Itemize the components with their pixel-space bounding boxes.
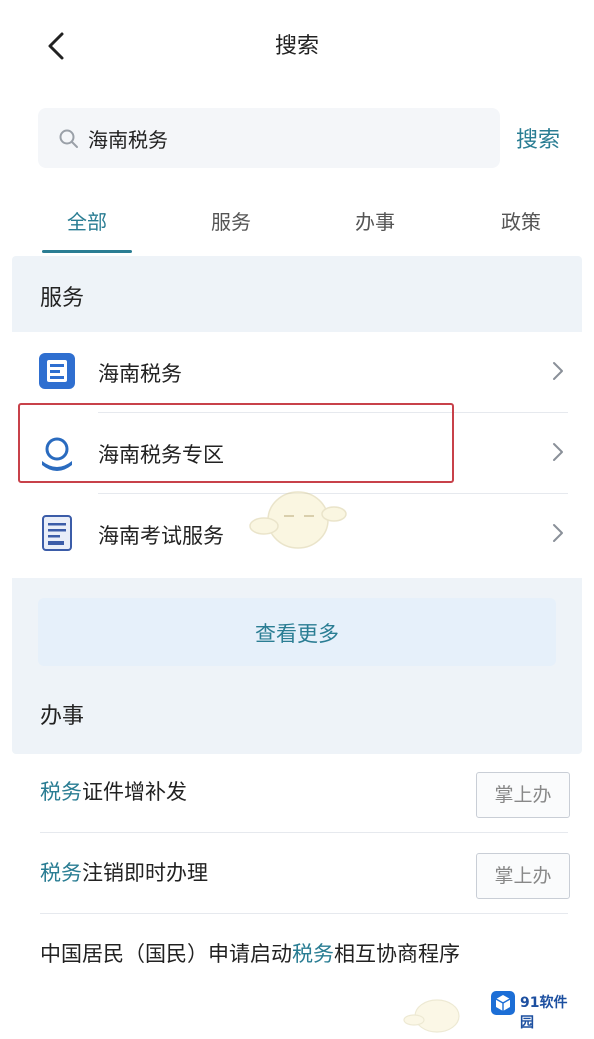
search-query-text[interactable]: 海南税务 <box>88 124 168 153</box>
exam-service-icon <box>38 514 76 552</box>
hainan-tax-app-icon <box>38 352 76 390</box>
page-title: 搜索 <box>274 34 319 59</box>
mascot-watermark <box>246 476 350 560</box>
keyword-highlight: 税务 <box>292 942 334 966</box>
task-item-text: 相互协商程序 <box>334 942 460 966</box>
search-button[interactable]: 搜索 <box>516 122 560 154</box>
view-more-label[interactable]: 查看更多 <box>38 618 556 648</box>
task-item[interactable]: 税务注销即时办理 <box>40 857 208 887</box>
keyword-highlight: 税务 <box>40 780 82 804</box>
chevron-right-icon <box>550 360 566 382</box>
divider <box>40 913 568 914</box>
chevron-right-icon <box>550 441 566 463</box>
task-item[interactable]: 税务证件增补发 <box>40 776 187 806</box>
service-item-label: 海南税务 <box>98 362 182 386</box>
watermark-label: 91软件园 <box>520 995 568 1031</box>
services-heading: 服务 <box>40 286 85 311</box>
service-item-label: 海南考试服务 <box>98 524 224 548</box>
highlight-box <box>18 403 454 483</box>
handle-online-button[interactable]: 掌上办 <box>476 853 570 899</box>
tasks-heading: 办事 <box>40 704 85 729</box>
tab-policy[interactable]: 政策 <box>476 206 566 235</box>
chevron-right-icon <box>550 522 566 544</box>
site-watermark: 91软件园 <box>484 986 580 1031</box>
task-item-text: 注销即时办理 <box>82 861 208 885</box>
divider <box>40 832 568 833</box>
tab-tasks[interactable]: 办事 <box>330 206 420 235</box>
active-tab-indicator <box>42 250 132 253</box>
task-item[interactable]: 中国居民（国民）申请启动税务相互协商程序 <box>40 938 460 968</box>
task-item-text: 中国居民（国民）申请启动 <box>40 942 292 966</box>
tab-services[interactable]: 服务 <box>186 206 276 235</box>
service-item-hainan-tax[interactable]: 海南税务 <box>12 332 582 412</box>
tab-bar: 全部 服务 办事 政策 <box>0 196 594 252</box>
mascot-watermark <box>402 990 472 1034</box>
keyword-highlight: 税务 <box>40 861 82 885</box>
tab-all[interactable]: 全部 <box>42 206 132 235</box>
search-icon <box>58 128 80 150</box>
cube-logo-icon <box>491 991 515 1015</box>
handle-online-button[interactable]: 掌上办 <box>476 772 570 818</box>
task-item-text: 证件增补发 <box>82 780 187 804</box>
